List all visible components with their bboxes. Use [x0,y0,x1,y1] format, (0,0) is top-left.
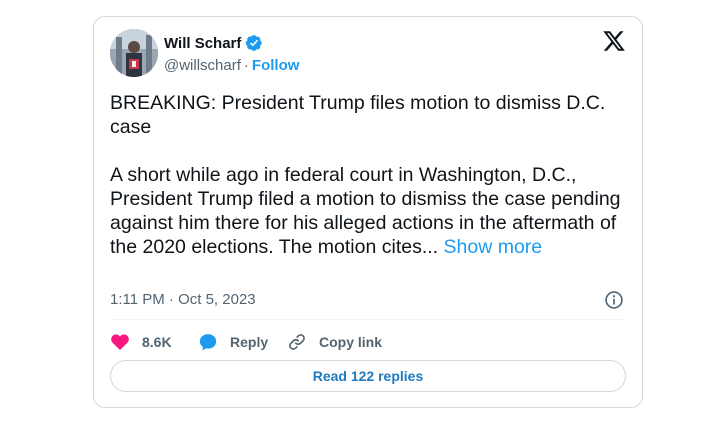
speech-bubble-icon [199,334,217,351]
tweet-card: Will Scharf @willscharf · Follow BREAKING:… [93,16,643,408]
handle-separator: · [243,57,249,74]
follow-button[interactable]: Follow [252,57,300,74]
tweet-headline: BREAKING: President Trump files motion t… [110,92,606,138]
author-handle-row: @willscharf · Follow [164,57,299,74]
show-more-link[interactable]: Show more [444,236,543,258]
verified-badge-icon [245,34,263,52]
author-display-name[interactable]: Will Scharf [164,35,241,52]
divider [110,319,626,320]
reply-button[interactable]: Reply [198,332,287,352]
info-icon[interactable] [604,290,624,310]
copy-link-label: Copy link [319,334,383,350]
heart-icon [111,334,129,350]
tweet-text: BREAKING: President Trump files motion t… [110,91,628,259]
author-name-row: Will Scharf [164,34,263,52]
tweet-body: A short while ago in federal court in Wa… [110,164,621,258]
link-icon [289,334,305,350]
reply-label: Reply [230,334,269,350]
author-handle[interactable]: @willscharf [164,57,241,74]
tweet-body-paragraph: A short while ago in federal court in Wa… [110,163,628,259]
copy-link-button[interactable]: Copy link [287,332,382,352]
like-count: 8.6K [142,334,172,350]
tweet-actions: 8.6K Reply Copy link [110,331,382,353]
like-button[interactable]: 8.6K [110,332,192,352]
x-logo-icon[interactable] [602,29,626,53]
avatar[interactable] [110,29,158,77]
tweet-timestamp[interactable]: 1:11 PM · Oct 5, 2023 [110,291,256,308]
read-replies-button[interactable]: Read 122 replies [110,360,626,392]
avatar-image [110,29,158,77]
